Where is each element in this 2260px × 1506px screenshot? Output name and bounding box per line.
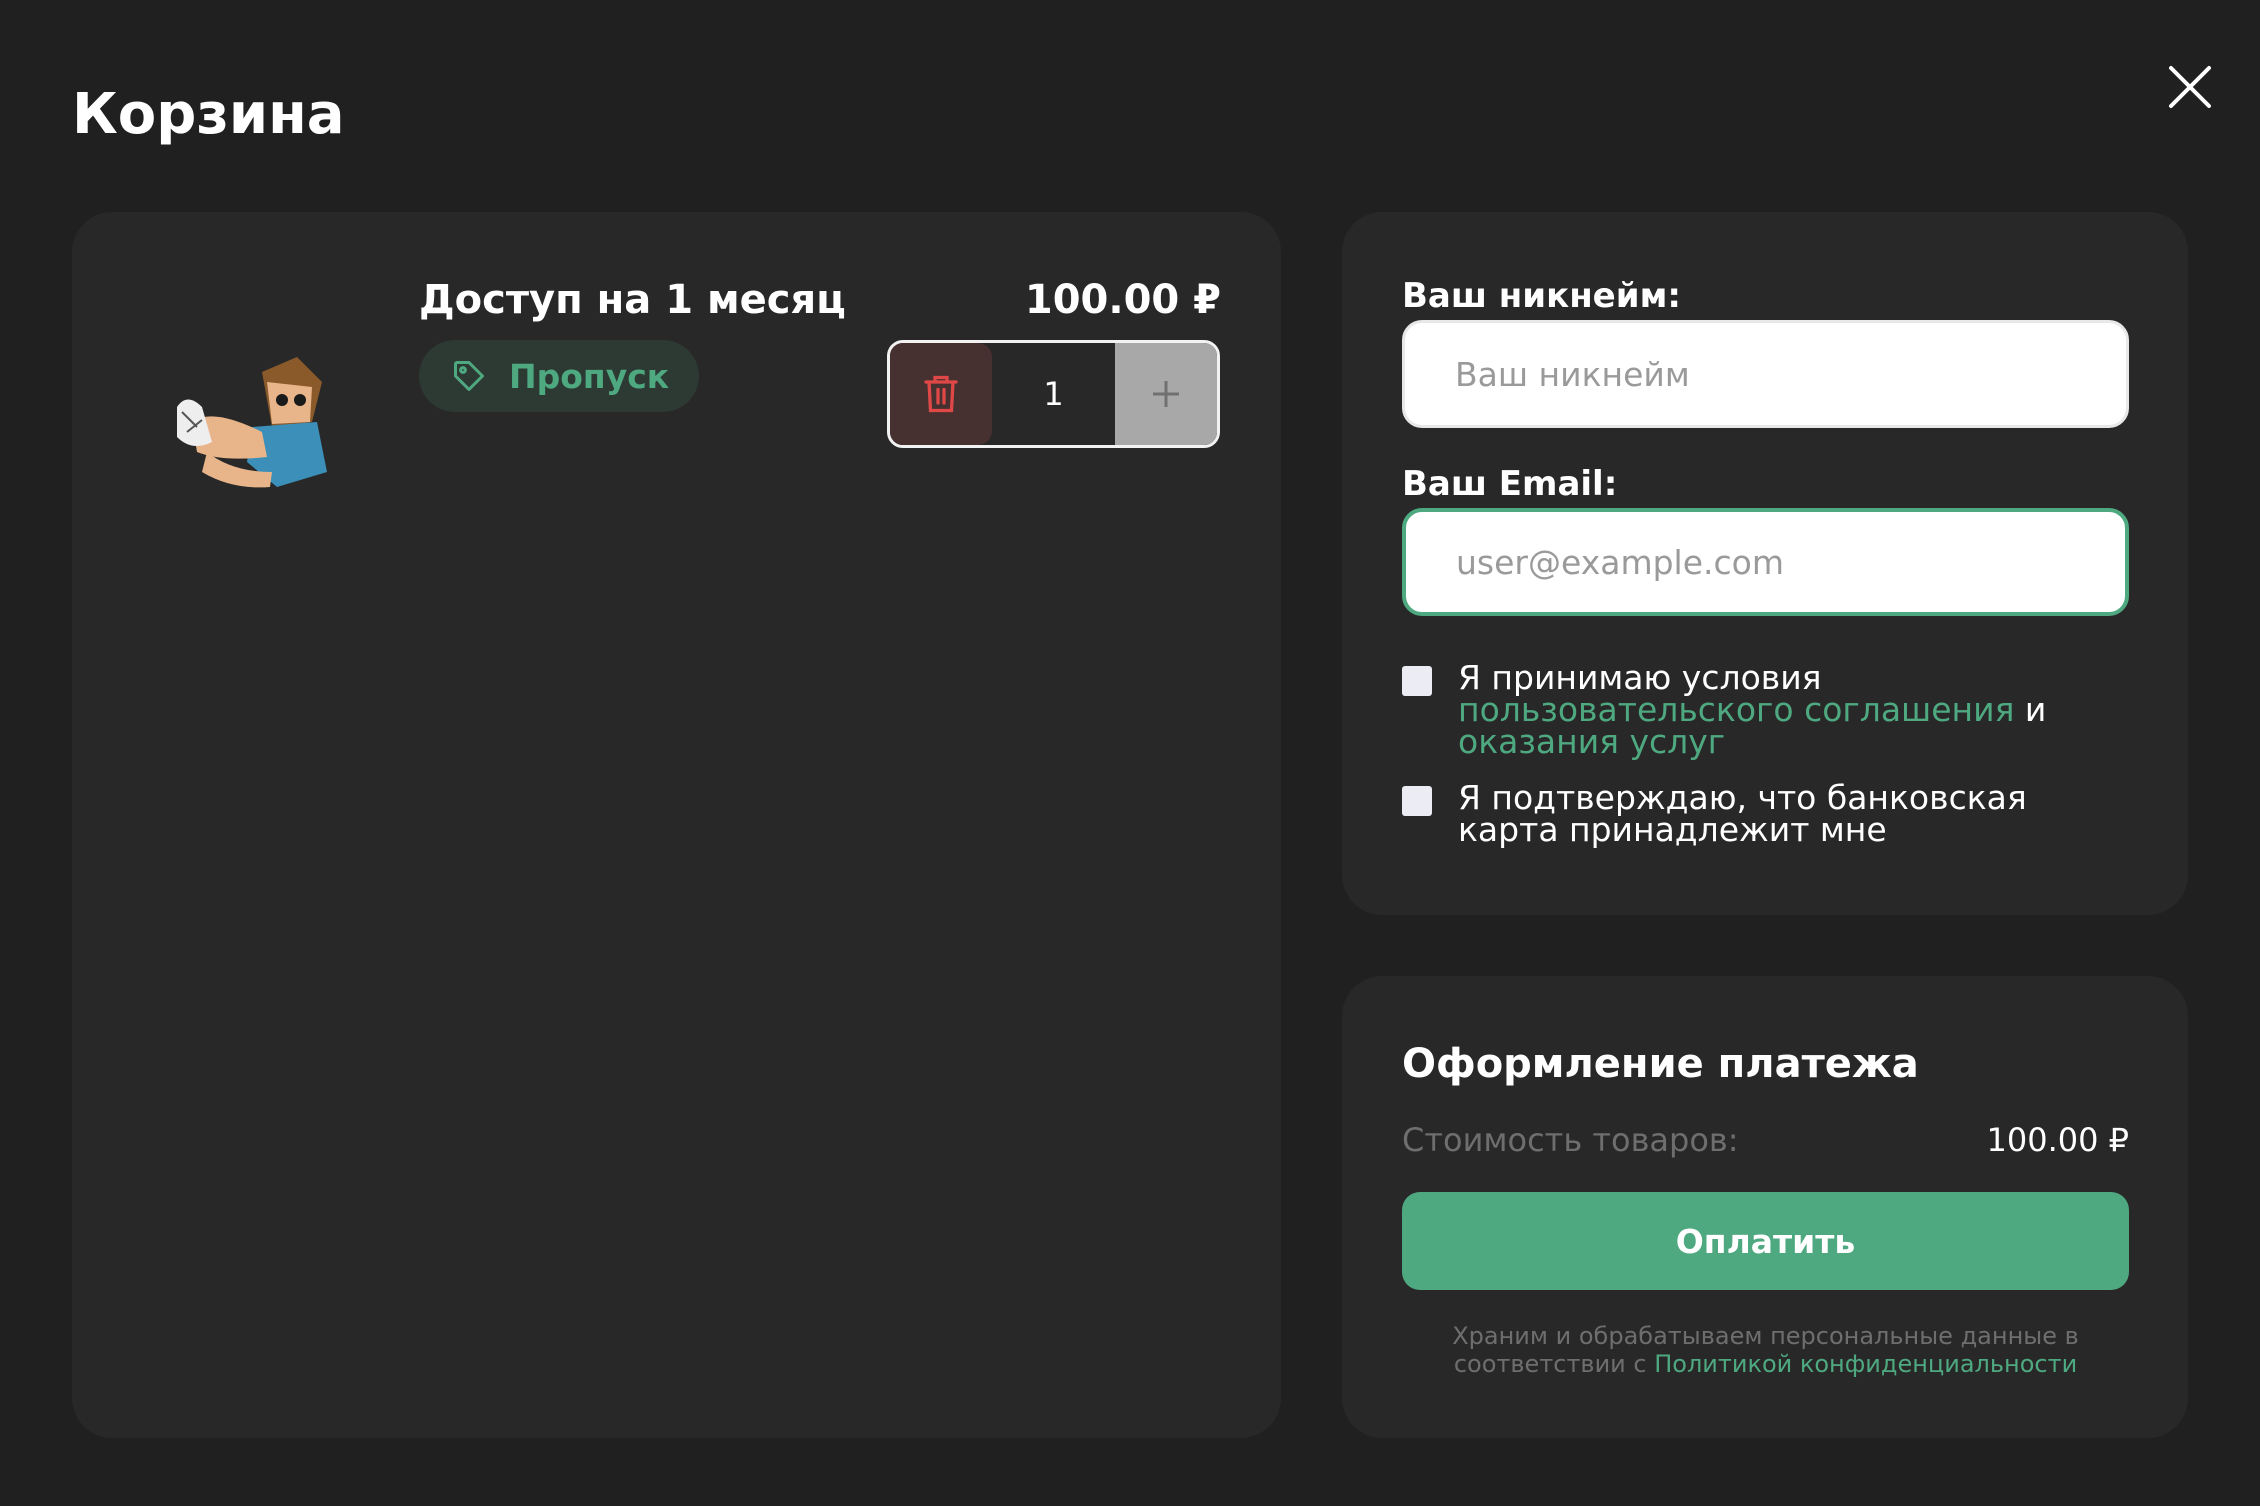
terms-checkbox[interactable] (1402, 666, 1432, 696)
terms-text: Я принимаю условия пользовательского сог… (1458, 661, 2132, 761)
close-button[interactable] (2155, 52, 2225, 122)
page-title: Корзина (72, 82, 345, 147)
quantity-stepper: 1 (887, 340, 1220, 448)
trash-icon (924, 375, 958, 413)
plus-icon (1153, 381, 1179, 407)
email-label: Ваш Email: (1402, 464, 1618, 504)
quantity-value[interactable]: 1 (992, 343, 1115, 445)
payment-title: Оформление платежа (1402, 1041, 1919, 1087)
cart-items-panel: Доступ на 1 месяц Пропуск 100.00 ₽ 1 (72, 212, 1281, 1438)
tag-icon (454, 361, 484, 391)
nickname-label: Ваш никнейм: (1402, 276, 1681, 316)
nickname-input[interactable] (1402, 320, 2129, 428)
terms-middle: и (2014, 690, 2047, 729)
subtotal-row: Стоимость товаров: 100.00 ₽ (1402, 1118, 2129, 1162)
privacy-notice: Храним и обрабатываем персональные данны… (1402, 1322, 2129, 1378)
payment-summary-panel: Оформление платежа Стоимость товаров: 10… (1342, 976, 2188, 1438)
increase-quantity-button[interactable] (1115, 343, 1217, 445)
pay-button[interactable]: Оплатить (1402, 1192, 2129, 1290)
item-category-tag[interactable]: Пропуск (419, 340, 700, 412)
close-icon (2169, 66, 2211, 108)
item-tag-label: Пропуск (509, 356, 670, 396)
product-image (152, 312, 342, 502)
card-confirm-checkbox[interactable] (1402, 786, 1432, 816)
service-terms-link[interactable]: оказания услуг (1458, 722, 1725, 761)
customer-form-panel: Ваш никнейм: Ваш Email: Я принимаю услов… (1342, 212, 2188, 915)
card-confirm-text: Я подтверждаю, что банковская карта прин… (1458, 778, 2027, 849)
email-input[interactable] (1402, 508, 2129, 616)
item-price: 100.00 ₽ (1024, 277, 1221, 323)
terms-consent-row: Я принимаю условия пользовательского сог… (1402, 661, 2132, 761)
card-confirm-row: Я подтверждаю, что банковская карта прин… (1402, 778, 2132, 849)
subtotal-value: 100.00 ₽ (1986, 1121, 2130, 1159)
remove-item-button[interactable] (890, 343, 992, 445)
item-name: Доступ на 1 месяц (419, 277, 846, 323)
privacy-policy-link[interactable]: Политикой конфиденциальности (1654, 1350, 2077, 1378)
subtotal-label: Стоимость товаров: (1402, 1121, 1739, 1159)
